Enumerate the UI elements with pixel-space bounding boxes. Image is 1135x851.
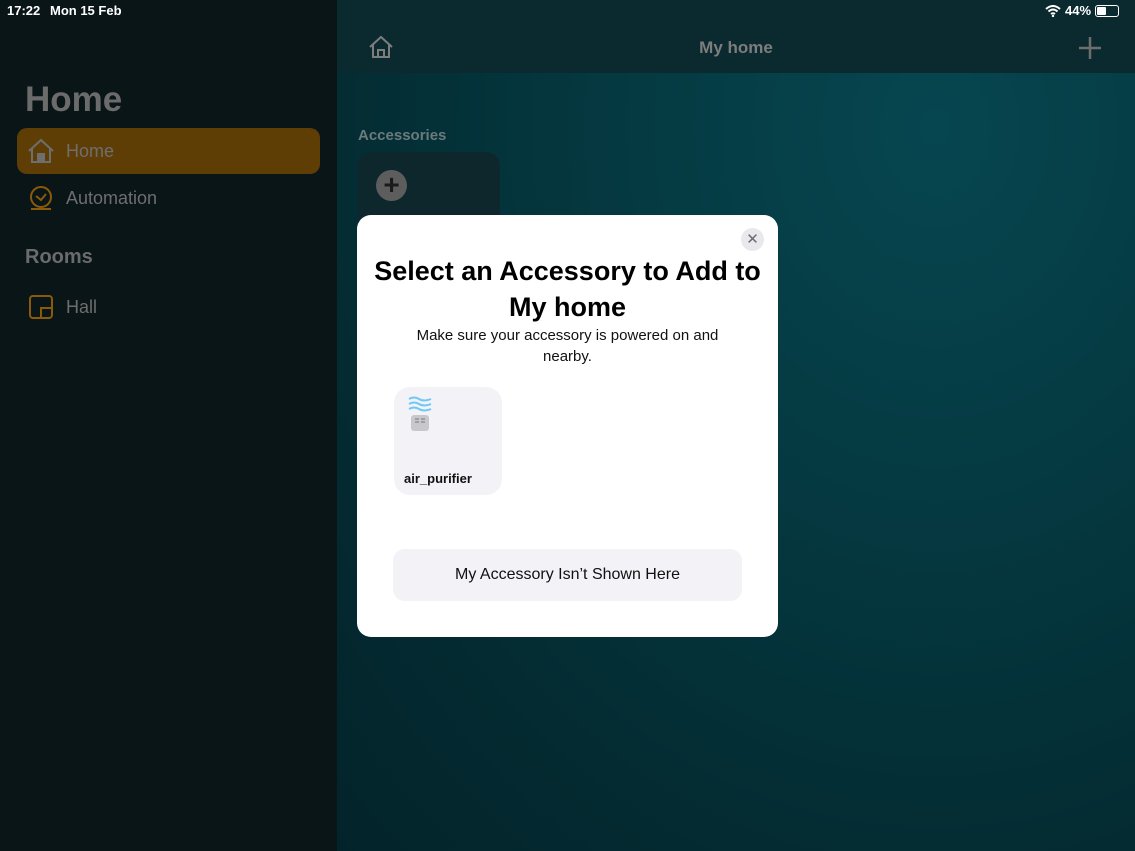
sidebar-item-label: Automation bbox=[66, 187, 158, 208]
status-time: 17:22 bbox=[7, 3, 41, 18]
rooms-header: Rooms bbox=[25, 246, 93, 268]
battery-icon bbox=[1095, 4, 1120, 17]
air-purifier-icon bbox=[407, 395, 433, 438]
dialog-subtitle: Make sure your accessory is powered on a… bbox=[416, 327, 719, 365]
sidebar-item-label: Hall bbox=[66, 296, 98, 317]
accessories-label: Accessories bbox=[358, 127, 447, 144]
wifi-icon bbox=[1045, 4, 1061, 17]
room-icon bbox=[26, 292, 56, 322]
battery-percent: 44% bbox=[1065, 3, 1092, 18]
sidebar-item-automation[interactable]: Automation bbox=[17, 175, 320, 221]
house-icon bbox=[26, 136, 56, 166]
add-accessory-dialog: ✕ Select an Accessory to Add to My home … bbox=[357, 215, 778, 637]
accessory-not-shown-button[interactable]: My Accessory Isn’t Shown Here bbox=[393, 549, 742, 601]
sidebar-item-hall[interactable]: Hall bbox=[17, 284, 320, 330]
sidebar: 17:22 Mon 15 Feb Home Home Automation Ro… bbox=[0, 0, 337, 851]
clock-icon bbox=[26, 183, 56, 213]
accessory-name: air_purifier bbox=[404, 471, 472, 486]
add-button[interactable] bbox=[1078, 36, 1102, 65]
plus-icon bbox=[1079, 37, 1101, 59]
plus-icon: + bbox=[376, 170, 407, 201]
sidebar-item-home[interactable]: Home bbox=[17, 128, 320, 174]
accessory-tile[interactable]: air_purifier bbox=[394, 387, 502, 495]
sidebar-item-label: Home bbox=[66, 140, 115, 161]
navbar-title: My home bbox=[699, 38, 773, 57]
dialog-title: Select an Accessory to Add to My home bbox=[374, 256, 761, 322]
close-button[interactable]: ✕ bbox=[741, 228, 764, 251]
navbar: My home bbox=[337, 0, 1135, 73]
status-right: 44% bbox=[1045, 3, 1120, 18]
status-date: Mon 15 Feb bbox=[50, 3, 122, 18]
sidebar-title: Home bbox=[25, 80, 123, 119]
